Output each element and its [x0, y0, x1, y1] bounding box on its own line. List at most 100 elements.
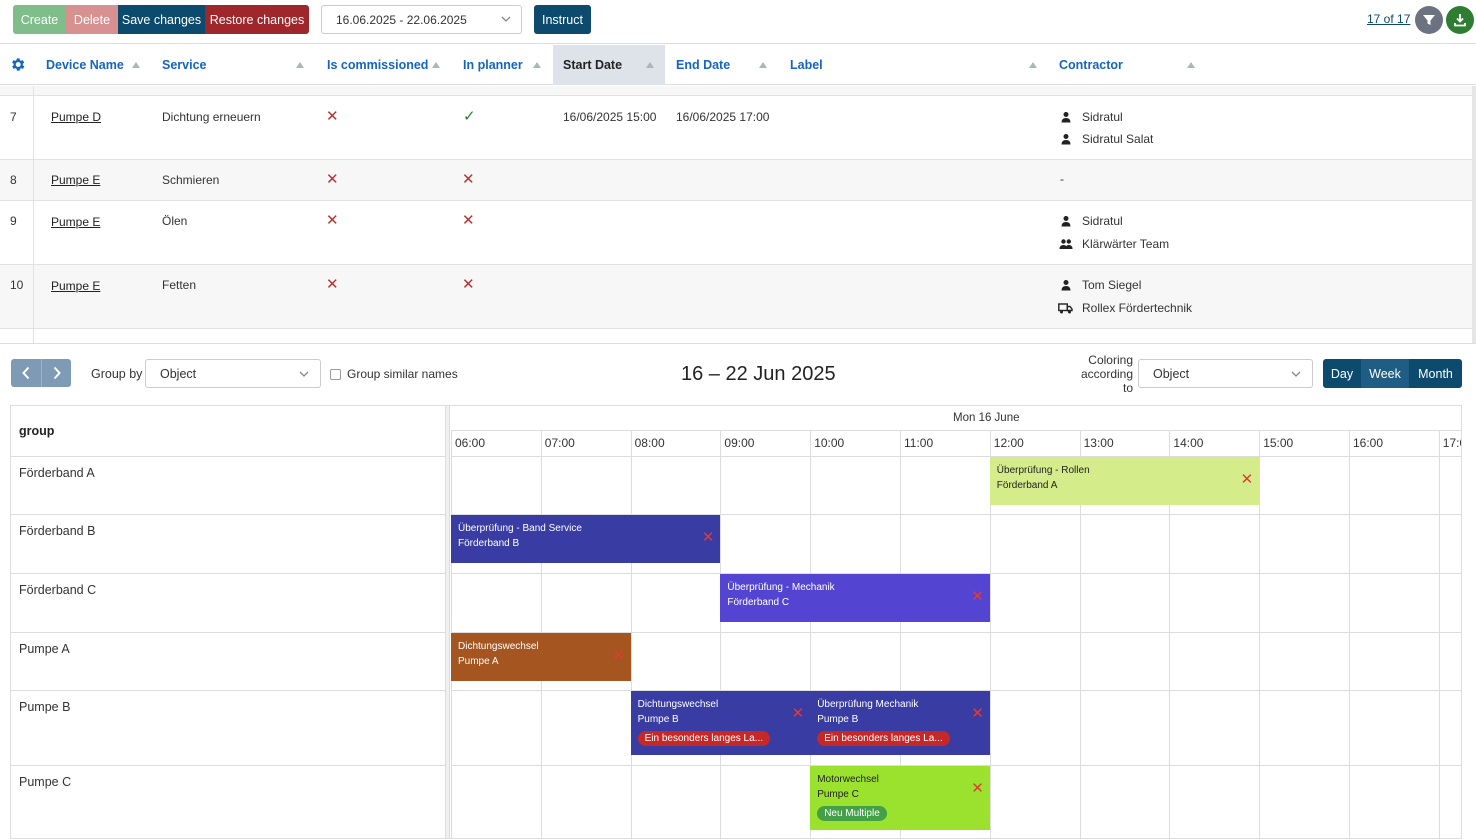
event-subtitle: Pumpe B — [817, 714, 859, 725]
gear-icon[interactable] — [9, 56, 26, 73]
remove-event-icon[interactable]: ✕ — [971, 781, 984, 796]
table-row[interactable] — [0, 86, 1472, 96]
date-range-picker[interactable]: 16.06.2025 - 22.06.2025 — [321, 5, 522, 34]
table-row[interactable] — [0, 329, 1472, 343]
contractor-name: Sidratul — [1082, 110, 1123, 124]
hour-label: 15:00 — [1263, 436, 1294, 450]
sort-icon[interactable] — [296, 62, 304, 68]
planner-event[interactable]: Dichtungswechsel Pumpe B Ein besonders lan… — [630, 691, 811, 755]
filter-button[interactable] — [1415, 6, 1443, 34]
contractor-name: Sidratul — [1082, 214, 1123, 228]
person-icon — [1061, 112, 1071, 123]
coloring-label: Coloring according to — [1080, 353, 1133, 395]
column-header-label[interactable]: Label — [790, 45, 1040, 85]
sort-icon[interactable] — [432, 62, 440, 68]
week-view-button[interactable]: Week — [1361, 359, 1409, 388]
row-index: 10 — [10, 278, 24, 292]
column-label: End Date — [676, 58, 731, 72]
column-header-is-commissioned[interactable]: Is commissioned — [327, 45, 447, 85]
cross-icon: ✕ — [462, 212, 475, 229]
column-label: Label — [790, 58, 823, 72]
group-similar-checkbox[interactable] — [330, 369, 341, 380]
sort-icon[interactable] — [646, 62, 654, 68]
contractor-name: Sidratul Salat — [1082, 132, 1154, 146]
planner-event[interactable]: Überprüfung Mechanik Pumpe B Ein besonders… — [810, 691, 990, 755]
table-row[interactable]: 8 Pumpe E Schmieren ✕ ✕ - — [0, 160, 1472, 201]
next-week-button[interactable] — [41, 359, 71, 387]
group-label: Förderband A — [19, 466, 95, 480]
device-link[interactable]: Pumpe E — [51, 279, 100, 293]
contractor-empty: - — [1060, 172, 1064, 186]
chevron-down-icon — [1291, 371, 1301, 377]
record-count-link[interactable]: 17 of 17 — [1367, 12, 1410, 26]
day-view-button[interactable]: Day — [1323, 359, 1361, 388]
hour-header-line — [451, 456, 1461, 457]
hour-label: 06:00 — [455, 436, 486, 450]
day-label: Mon 16 June — [953, 412, 1020, 424]
group-similar-label: Group similar names — [347, 367, 458, 381]
service-cell: Schmieren — [162, 173, 220, 187]
filter-icon — [1423, 15, 1435, 25]
hour-column: 16:00 — [1349, 431, 1439, 838]
column-header-contractor[interactable]: Contractor — [1059, 45, 1199, 85]
group-by-value: Object — [160, 366, 197, 381]
table-row[interactable]: 7 Pumpe D Dichtung erneuern ✕ ✓ 16/06/20… — [0, 96, 1472, 160]
column-header-service[interactable]: Service — [162, 45, 312, 85]
service-cell: Fetten — [162, 278, 197, 292]
scheduler: group Förderband A Förderband B Förderband… — [10, 405, 1462, 839]
hour-column: 08:00 — [630, 431, 721, 838]
event-subtitle: Förderband C — [727, 597, 790, 608]
group-row: Förderband B — [11, 514, 446, 573]
column-label: Start Date — [563, 58, 623, 72]
table-row[interactable]: 10 Pumpe E Fetten ✕ ✕ Tom Siegel Rollex … — [0, 265, 1472, 329]
hour-label: 11:00 — [904, 436, 934, 450]
table-row[interactable]: 9 Pumpe E Ölen ✕ ✕ Sidratul Klärwärter T… — [0, 201, 1472, 265]
cross-icon: ✕ — [326, 276, 339, 293]
planner-event[interactable]: Überprüfung - Mechanik Förderband C ✕ — [720, 574, 990, 622]
delete-button[interactable]: Delete — [66, 5, 118, 34]
person-icon — [1061, 280, 1071, 291]
group-row: Förderband C — [11, 573, 446, 632]
group-label: Pumpe A — [19, 642, 70, 656]
toolbar: Create Delete Save changes Restore chang… — [0, 0, 1476, 44]
column-label: Is commissioned — [327, 58, 429, 72]
column-splitter[interactable] — [446, 406, 450, 838]
group-row: Pumpe A — [11, 632, 446, 690]
row-index: 9 — [10, 214, 17, 228]
previous-week-button[interactable] — [11, 359, 41, 387]
start-date-cell: 16/06/2025 15:00 — [563, 110, 657, 124]
remove-event-icon[interactable]: ✕ — [612, 648, 625, 663]
instruct-button[interactable]: Instruct — [534, 5, 591, 34]
save-changes-button[interactable]: Save changes — [118, 5, 205, 34]
remove-event-icon[interactable]: ✕ — [971, 589, 984, 604]
sort-icon[interactable] — [1187, 62, 1195, 68]
planner-event[interactable]: Überprüfung - Band Service Förderband B ✕ — [451, 515, 721, 563]
remove-event-icon[interactable]: ✕ — [702, 530, 715, 545]
event-subtitle: Pumpe C — [817, 789, 859, 800]
remove-event-icon[interactable]: ✕ — [971, 706, 984, 721]
column-label: Contractor — [1059, 58, 1123, 72]
sort-icon[interactable] — [759, 62, 767, 68]
device-link[interactable]: Pumpe E — [51, 215, 100, 229]
remove-event-icon[interactable]: ✕ — [1241, 472, 1254, 487]
create-button[interactable]: Create — [13, 5, 66, 34]
chevron-left-icon — [22, 366, 30, 380]
sort-icon[interactable] — [533, 62, 541, 68]
table-scrollbar[interactable] — [1472, 86, 1476, 343]
download-button[interactable] — [1446, 6, 1474, 34]
planner-event[interactable]: Überprüfung - Rollen Förderband A ✕ — [989, 457, 1260, 505]
coloring-select[interactable]: Object — [1138, 359, 1313, 388]
event-title: Überprüfung - Rollen — [996, 465, 1090, 476]
sort-icon[interactable] — [132, 62, 140, 68]
restore-changes-button[interactable]: Restore changes — [205, 5, 309, 34]
planner-event[interactable]: Motorwechsel Pumpe C Neu Multiple ✕ — [810, 766, 990, 830]
device-link[interactable]: Pumpe E — [51, 173, 100, 187]
month-view-button[interactable]: Month — [1409, 359, 1462, 388]
end-date-cell: 16/06/2025 17:00 — [676, 110, 770, 124]
device-link[interactable]: Pumpe D — [51, 110, 101, 124]
planner-event[interactable]: Dichtungswechsel Pumpe A ✕ — [451, 633, 631, 681]
coloring-value: Object — [1153, 366, 1190, 381]
sort-icon[interactable] — [1029, 62, 1037, 68]
group-by-select[interactable]: Object — [145, 359, 321, 388]
remove-event-icon[interactable]: ✕ — [792, 706, 805, 721]
